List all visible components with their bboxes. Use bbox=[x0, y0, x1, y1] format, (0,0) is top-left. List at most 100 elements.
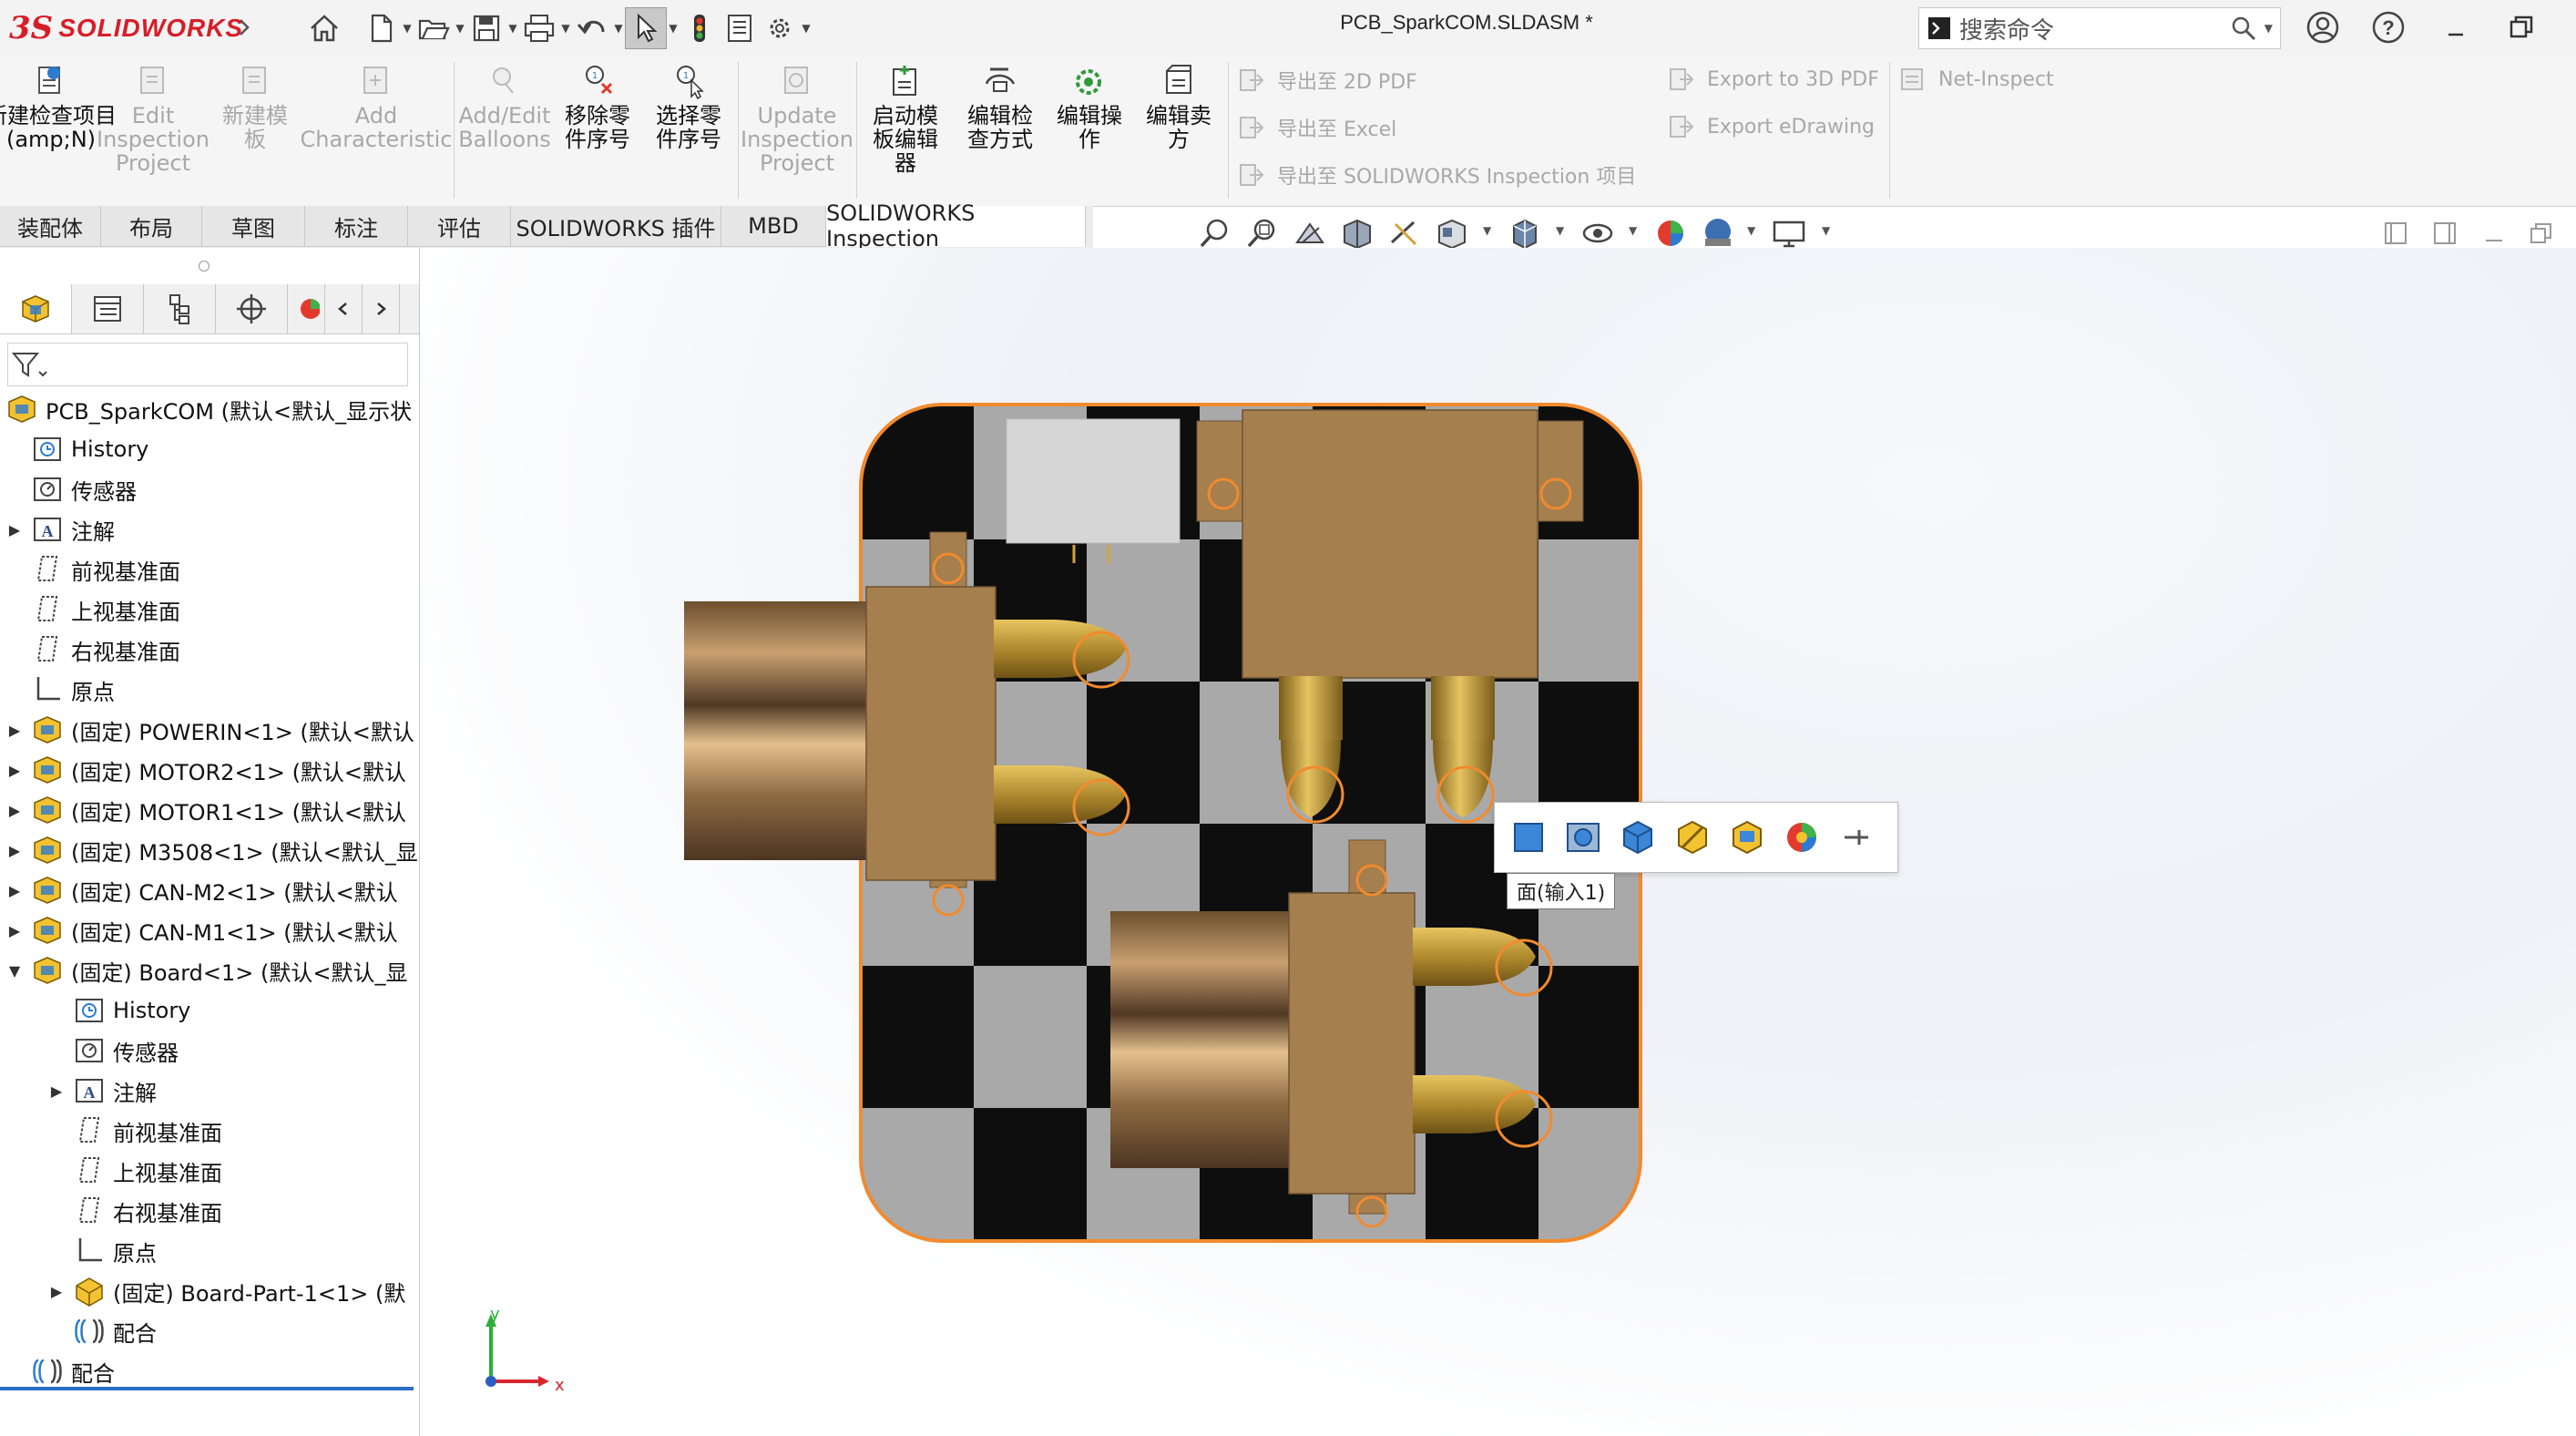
undo-icon[interactable] bbox=[572, 8, 612, 48]
dynamic-annotation-icon[interactable] bbox=[1386, 215, 1423, 251]
view-minimize-icon[interactable] bbox=[2481, 221, 2507, 246]
hide-show-dropdown-icon[interactable]: ▼ bbox=[1629, 224, 1637, 237]
tree-item-top-plane[interactable]: 上视基准面 bbox=[5, 590, 180, 629]
tab-markup[interactable]: 标注 bbox=[305, 206, 408, 247]
export-excel-button[interactable]: 导出至 Excel bbox=[1237, 113, 1396, 142]
tab-evaluate[interactable]: 评估 bbox=[408, 206, 511, 247]
view-right-icon[interactable] bbox=[2432, 221, 2458, 246]
options-dropdown-icon[interactable]: ▼ bbox=[800, 8, 813, 48]
tree-item-right-plane[interactable]: 右视基准面 bbox=[47, 1192, 222, 1230]
help-icon[interactable]: ? bbox=[2370, 9, 2407, 46]
add-characteristic-button[interactable]: Add Characteristic bbox=[301, 62, 452, 151]
isolate-icon[interactable] bbox=[1726, 816, 1768, 858]
net-inspect-button[interactable]: Net-Inspect bbox=[1898, 66, 2054, 93]
tree-item-component[interactable]: ▶ (固定) MOTOR2<1> (默认<默认 bbox=[5, 751, 406, 789]
save-dropdown-icon[interactable]: ▼ bbox=[506, 8, 519, 48]
part-icon[interactable] bbox=[1617, 816, 1659, 858]
tree-item-top-plane[interactable]: 上视基准面 bbox=[47, 1152, 222, 1190]
tab-assembly[interactable]: 装配体 bbox=[0, 206, 101, 247]
tree-item-history[interactable]: History bbox=[47, 991, 190, 1030]
update-inspection-project-button[interactable]: Update Inspection Project bbox=[741, 62, 854, 175]
zoom-to-fit-icon[interactable] bbox=[1197, 215, 1233, 251]
options-icon[interactable] bbox=[760, 8, 800, 48]
tab-scroll-left-button[interactable] bbox=[325, 284, 363, 333]
new-template-button[interactable]: 新建模 板 bbox=[213, 62, 297, 151]
restore-icon[interactable] bbox=[2503, 9, 2540, 46]
tree-item-right-plane[interactable]: 右视基准面 bbox=[5, 631, 180, 669]
print-icon[interactable] bbox=[519, 8, 559, 48]
tree-item-origin[interactable]: 原点 bbox=[47, 1232, 157, 1270]
panel-splitter-handle[interactable] bbox=[199, 261, 210, 272]
user-icon[interactable] bbox=[2305, 9, 2341, 46]
view-orientation-icon[interactable] bbox=[1434, 215, 1470, 251]
tree-item-sensors[interactable]: 传感器 bbox=[5, 470, 137, 508]
select-dropdown-icon[interactable]: ▼ bbox=[667, 8, 680, 48]
tree-item-annotations[interactable]: ▶ A 注解 bbox=[5, 510, 115, 549]
apply-scene-icon[interactable] bbox=[1700, 215, 1736, 251]
rollback-bar[interactable] bbox=[0, 1387, 414, 1390]
tree-item-component[interactable]: ▶ (固定) MOTOR1<1> (默认<默认 bbox=[5, 791, 406, 829]
previous-view-icon[interactable] bbox=[1292, 215, 1328, 251]
undo-dropdown-icon[interactable]: ▼ bbox=[612, 8, 625, 48]
file-properties-icon[interactable] bbox=[720, 8, 760, 48]
rebuild-icon[interactable] bbox=[680, 8, 720, 48]
export-2d-pdf-button[interactable]: 导出至 2D PDF bbox=[1237, 66, 1417, 95]
tab-addins[interactable]: SOLIDWORKS 插件 bbox=[511, 206, 721, 247]
edit-inspection-project-button[interactable]: Edit Inspection Project bbox=[97, 62, 210, 175]
tree-item-mates[interactable]: 配合 bbox=[47, 1312, 157, 1350]
tab-configuration-manager[interactable] bbox=[144, 284, 216, 333]
edit-vendor-button[interactable]: 编辑卖 方 bbox=[1137, 62, 1221, 151]
view-orientation-dropdown-icon[interactable]: ▼ bbox=[1483, 224, 1491, 237]
hide-show-items-icon[interactable] bbox=[1579, 215, 1616, 251]
minimize-icon[interactable] bbox=[2438, 9, 2474, 46]
view-settings-dropdown-icon[interactable]: ▼ bbox=[1822, 224, 1830, 237]
select-balloon-button[interactable]: 1 选择零 件序号 bbox=[647, 62, 731, 151]
sketch-plane-icon[interactable] bbox=[1562, 816, 1604, 858]
tab-layout[interactable]: 布局 bbox=[101, 206, 202, 247]
hide-component-icon[interactable] bbox=[1671, 816, 1713, 858]
view-left-icon[interactable] bbox=[2383, 221, 2408, 246]
zoom-to-area-icon[interactable] bbox=[1244, 215, 1281, 251]
open-icon[interactable] bbox=[414, 8, 454, 48]
face-icon[interactable] bbox=[1508, 816, 1549, 858]
tree-item-part[interactable]: ▶ (固定) Board-Part-1<1> (默 bbox=[47, 1272, 405, 1310]
export-3d-pdf-button[interactable]: Export to 3D PDF bbox=[1667, 66, 1879, 93]
print-dropdown-icon[interactable]: ▼ bbox=[559, 8, 572, 48]
new-inspection-project-button[interactable]: 新建检查项目 (amp;N) bbox=[0, 62, 117, 151]
tab-solidworks-inspection[interactable]: SOLIDWORKS Inspection bbox=[826, 200, 1086, 251]
tab-display-manager[interactable] bbox=[288, 284, 325, 333]
search-commands-box[interactable]: 搜索命令 ▼ bbox=[1918, 7, 2281, 49]
expand-menu-icon[interactable] bbox=[235, 7, 253, 47]
export-inspection-project-button[interactable]: 导出至 SOLIDWORKS Inspection 项目 bbox=[1237, 160, 1636, 190]
tab-feature-manager[interactable] bbox=[0, 284, 72, 333]
add-edit-balloons-button[interactable]: Add/Edit Balloons bbox=[458, 62, 551, 151]
tab-sketch[interactable]: 草图 bbox=[202, 206, 305, 247]
launch-template-editor-button[interactable]: 启动模 板编辑 器 bbox=[864, 62, 947, 175]
export-edrawing-button[interactable]: Export eDrawing bbox=[1667, 113, 1875, 140]
display-style-icon[interactable] bbox=[1507, 215, 1543, 251]
new-dropdown-icon[interactable]: ▼ bbox=[401, 8, 414, 48]
tree-item-component[interactable]: ▶ (固定) M3508<1> (默认<默认_显 bbox=[5, 831, 418, 869]
tree-item-origin[interactable]: 原点 bbox=[5, 671, 115, 709]
search-dropdown-icon[interactable]: ▼ bbox=[2264, 22, 2273, 35]
tab-property-manager[interactable] bbox=[72, 284, 144, 333]
apply-scene-dropdown-icon[interactable]: ▼ bbox=[1747, 224, 1755, 237]
edit-inspection-method-button[interactable]: 编辑检 查方式 bbox=[958, 62, 1042, 151]
tree-root-assembly[interactable]: PCB_SparkCOM (默认<默认_显示状 bbox=[5, 390, 412, 428]
view-settings-icon[interactable] bbox=[1771, 215, 1807, 251]
tree-item-annotations[interactable]: ▶ A 注解 bbox=[47, 1072, 157, 1110]
tree-item-mates[interactable]: 配合 bbox=[5, 1352, 115, 1390]
edit-operation-button[interactable]: 编辑操 作 bbox=[1048, 62, 1131, 151]
tree-item-component[interactable]: ▶ (固定) POWERIN<1> (默认<默认 bbox=[5, 711, 414, 749]
solidworks-logo[interactable]: 3S SOLIDWORKS bbox=[9, 7, 243, 49]
tree-item-history[interactable]: History bbox=[5, 430, 148, 468]
tree-item-sensors[interactable]: 传感器 bbox=[47, 1031, 179, 1070]
open-dropdown-icon[interactable]: ▼ bbox=[454, 8, 466, 48]
save-icon[interactable] bbox=[466, 8, 506, 48]
home-icon[interactable] bbox=[304, 8, 344, 48]
tree-item-component-board[interactable]: ▼ (固定) Board<1> (默认<默认_显 bbox=[5, 951, 407, 990]
tree-item-front-plane[interactable]: 前视基准面 bbox=[47, 1112, 222, 1150]
tree-filter-box[interactable] bbox=[7, 343, 408, 386]
section-view-icon[interactable] bbox=[1339, 215, 1375, 251]
tab-dimxpert-manager[interactable] bbox=[216, 284, 288, 333]
